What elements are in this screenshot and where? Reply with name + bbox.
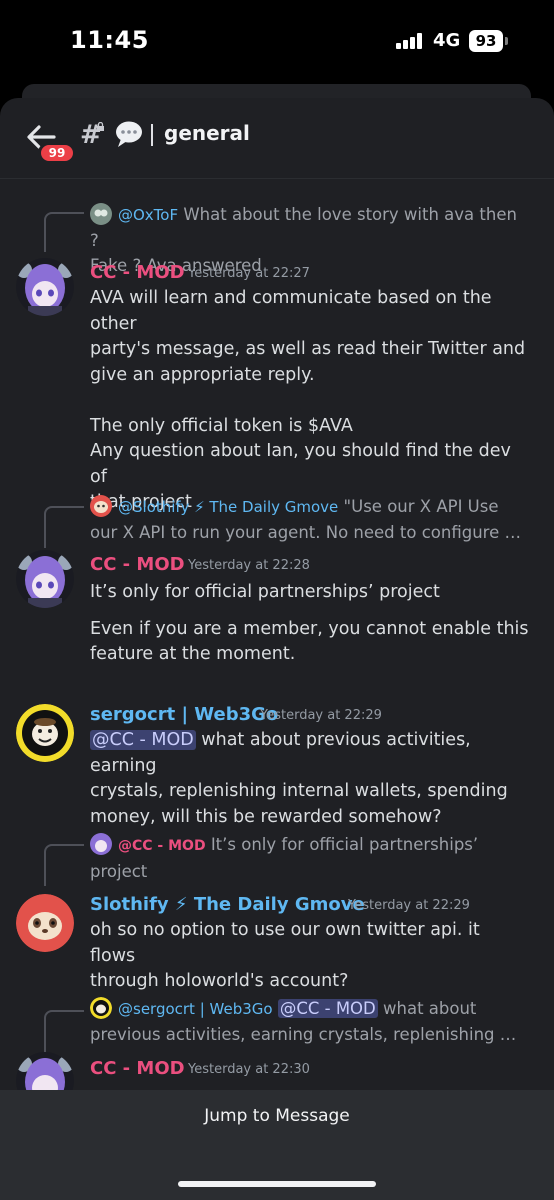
message-body: It’s only for official partnerships’ pro… [90, 582, 529, 664]
message-body: oh so no option to use our own twitter a… [90, 920, 480, 991]
reply-preview[interactable]: @sergocrt | Web3Go @CC - MOD what about … [90, 996, 530, 1047]
jump-to-message-bar[interactable]: Jump to Message [0, 1090, 554, 1200]
reply-spine [44, 1010, 84, 1052]
thread-sheet: 99 # general @OxToF What about the love … [0, 98, 554, 1200]
header-divider-line [0, 178, 554, 179]
speech-bubble-icon [116, 121, 142, 147]
reply-text: It’s only for official partnerships’ [210, 835, 479, 854]
message-body: AVA will learn and communicate based on … [90, 288, 526, 512]
message-author[interactable]: CC - MOD [90, 262, 185, 283]
reply-text-cont: project [90, 862, 148, 881]
home-indicator[interactable] [178, 1181, 376, 1187]
message-body: @CC - MOD what about previous activities… [90, 730, 508, 827]
message-timestamp: Yesterday at 22:30 [188, 1062, 310, 1077]
reply-avatar [90, 203, 112, 225]
battery-icon: 93 [469, 30, 503, 52]
message-author[interactable]: Slothify ⚡ The Daily Gmove [90, 894, 365, 915]
reply-author[interactable]: @sergocrt | Web3Go [118, 1000, 273, 1018]
reply-text: what about [383, 999, 477, 1018]
message-author[interactable]: CC - MOD [90, 1058, 185, 1079]
message-author[interactable]: CC - MOD [90, 554, 185, 575]
status-bar: 11:45 4G 93 [0, 0, 554, 86]
reply-preview[interactable]: @CC - MOD It’s only for official partner… [90, 832, 530, 884]
jump-to-message-button[interactable]: Jump to Message [0, 1106, 554, 1126]
avatar[interactable] [16, 550, 74, 608]
avatar[interactable] [16, 704, 74, 762]
reply-avatar [90, 495, 112, 517]
reply-text: "Use our X API Use [343, 497, 499, 516]
unread-badge: 99 [38, 142, 76, 164]
user-mention[interactable]: @CC - MOD [277, 999, 378, 1018]
reply-author[interactable]: @OxToF [118, 206, 178, 224]
reply-author[interactable]: @Slothify ⚡ The Daily Gmove [118, 498, 338, 516]
reply-avatar [90, 997, 112, 1019]
header-divider [151, 124, 153, 146]
reply-preview[interactable]: @Slothify ⚡ The Daily Gmove "Use our X A… [90, 494, 530, 545]
reply-text-cont: previous activities, earning crystals, r… [90, 1025, 517, 1044]
avatar[interactable] [16, 894, 74, 952]
reply-spine [44, 506, 84, 548]
reply-avatar [90, 833, 112, 855]
message-timestamp: Yesterday at 22:27 [188, 266, 310, 281]
message-author[interactable]: sergocrt | Web3Go [90, 704, 278, 725]
reply-author[interactable]: @CC - MOD [118, 838, 206, 854]
signal-icon [396, 33, 426, 49]
message-timestamp: Yesterday at 22:28 [188, 558, 310, 573]
message-timestamp: Yesterday at 22:29 [348, 898, 470, 913]
channel-header: 99 # general [0, 98, 554, 178]
battery-tip [505, 37, 508, 45]
network-type: 4G [433, 30, 461, 51]
reply-text-cont: our X API to run your agent. No need to … [90, 523, 521, 542]
lock-icon [97, 122, 104, 131]
channel-name[interactable]: general [164, 121, 250, 145]
reply-spine [44, 844, 84, 886]
status-time: 11:45 [70, 26, 149, 54]
reply-spine [44, 212, 84, 252]
message-timestamp: Yesterday at 22:29 [260, 708, 382, 723]
avatar[interactable] [16, 258, 74, 316]
user-mention[interactable]: @CC - MOD [90, 730, 196, 750]
